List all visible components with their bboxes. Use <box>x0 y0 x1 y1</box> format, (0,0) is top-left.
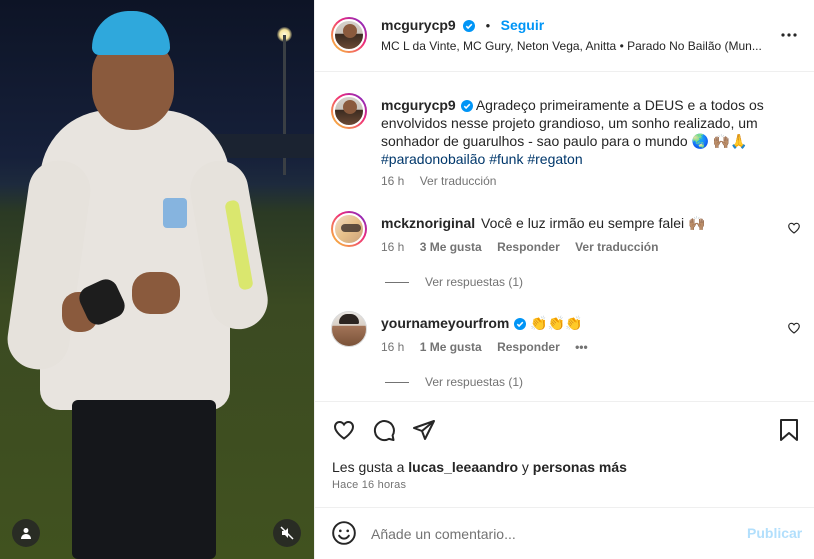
comment-avatar[interactable] <box>331 311 367 347</box>
likes-mid: y <box>521 459 529 475</box>
view-replies-label[interactable]: Ver respuestas (1) <box>425 275 523 289</box>
comment-username[interactable]: mckznoriginal <box>381 215 475 231</box>
verified-badge-icon <box>460 100 473 112</box>
likes-user-link[interactable]: lucas_leeaandro <box>408 459 518 475</box>
video-person <box>0 0 314 559</box>
comment-like-heart-icon[interactable] <box>787 221 801 235</box>
bookmark-icon <box>780 419 798 441</box>
author-avatar[interactable] <box>331 17 367 53</box>
likes-others-link[interactable]: personas más <box>533 459 627 475</box>
comment-meta: 16 h 1 Me gusta Responder ••• <box>381 340 600 354</box>
verified-badge-icon <box>463 20 476 32</box>
post-video[interactable] <box>0 0 314 559</box>
comment-age[interactable]: 16 h <box>381 240 404 254</box>
caption-translate-link[interactable]: Ver traducción <box>420 174 497 188</box>
caption-username[interactable]: mcgurycp9 <box>381 97 456 113</box>
comment-likes-count[interactable]: 3 Me gusta <box>420 240 482 254</box>
comment-more-options-button[interactable]: ••• <box>575 340 588 354</box>
post-timestamp[interactable]: Hace 16 horas <box>332 479 406 491</box>
comment-text-block: yournameyourfrom 👏👏👏 <box>381 314 781 333</box>
audio-subtitle[interactable]: MC L da Vinte, MC Gury, Neton Vega, Anit… <box>381 39 766 53</box>
comment-translate-link[interactable]: Ver traducción <box>575 240 658 254</box>
post-details-panel: mcgurycp9 • Seguir MC L da Vinte, MC Gur… <box>314 0 814 559</box>
post-actions: Les gusta a lucas_leeaandro y personas m… <box>315 401 814 501</box>
likes-summary[interactable]: Les gusta a lucas_leeaandro y personas m… <box>332 459 627 475</box>
replies-divider <box>385 281 409 283</box>
hashtag-link[interactable]: #regaton <box>527 151 582 167</box>
mute-toggle-button[interactable] <box>273 519 301 547</box>
caption-text-block: mcgurycp9 Agradeço primeiramente a DEUS … <box>381 96 781 168</box>
view-replies-button[interactable]: Ver respuestas (1) <box>385 375 523 389</box>
follow-button[interactable]: Seguir <box>501 17 545 33</box>
comment-meta: 16 h 3 Me gusta Responder Ver traducción <box>381 240 670 254</box>
caption-age[interactable]: 16 h <box>381 174 404 188</box>
more-options-button[interactable] <box>777 23 801 47</box>
comment-likes-count[interactable]: 1 Me gusta <box>420 340 482 354</box>
caption-meta: 16 h Ver traducción <box>381 174 508 188</box>
post-header: mcgurycp9 • Seguir MC L da Vinte, MC Gur… <box>315 0 814 72</box>
share-icon <box>413 420 435 440</box>
user-tag-button[interactable] <box>12 519 40 547</box>
comment-like-heart-icon[interactable] <box>787 321 801 335</box>
likes-prefix: Les gusta a <box>332 459 405 475</box>
comments-list[interactable]: mcgurycp9 Agradeço primeiramente a DEUS … <box>315 73 814 401</box>
muted-audio-icon <box>280 526 294 540</box>
user-tag-icon <box>21 528 31 539</box>
comment-reply-button[interactable]: Responder <box>497 340 560 354</box>
view-replies-button[interactable]: Ver respuestas (1) <box>385 275 523 289</box>
heart-icon <box>333 420 355 440</box>
comment-text: Você e luz irmão eu sempre falei 🙌🏽 <box>481 215 706 231</box>
hashtag-link[interactable]: #paradonobailão <box>381 151 485 167</box>
publish-button[interactable]: Publicar <box>747 525 802 541</box>
comment-age[interactable]: 16 h <box>381 340 404 354</box>
header-separator: • <box>485 18 491 33</box>
view-replies-label[interactable]: Ver respuestas (1) <box>425 375 523 389</box>
author-username[interactable]: mcgurycp9 <box>381 17 456 33</box>
comment-username[interactable]: yournameyourfrom <box>381 315 509 331</box>
replies-divider <box>385 381 409 383</box>
emoji-icon[interactable] <box>331 520 357 546</box>
comment-avatar[interactable] <box>331 211 367 247</box>
save-button[interactable] <box>775 416 803 444</box>
more-options-icon <box>781 33 797 37</box>
comment-text: 👏👏👏 <box>530 316 583 332</box>
caption-avatar[interactable] <box>331 93 367 129</box>
comment-text-block: mckznoriginal Você e luz irmão eu sempre… <box>381 214 781 232</box>
verified-badge-icon <box>514 318 527 330</box>
like-button[interactable] <box>330 416 358 444</box>
comment-input[interactable] <box>371 524 731 544</box>
comment-button[interactable] <box>370 416 398 444</box>
hashtag-link[interactable]: #funk <box>489 151 523 167</box>
comment-icon <box>373 420 395 442</box>
comment-composer: Publicar <box>315 507 814 559</box>
share-button[interactable] <box>410 416 438 444</box>
comment-reply-button[interactable]: Responder <box>497 240 560 254</box>
